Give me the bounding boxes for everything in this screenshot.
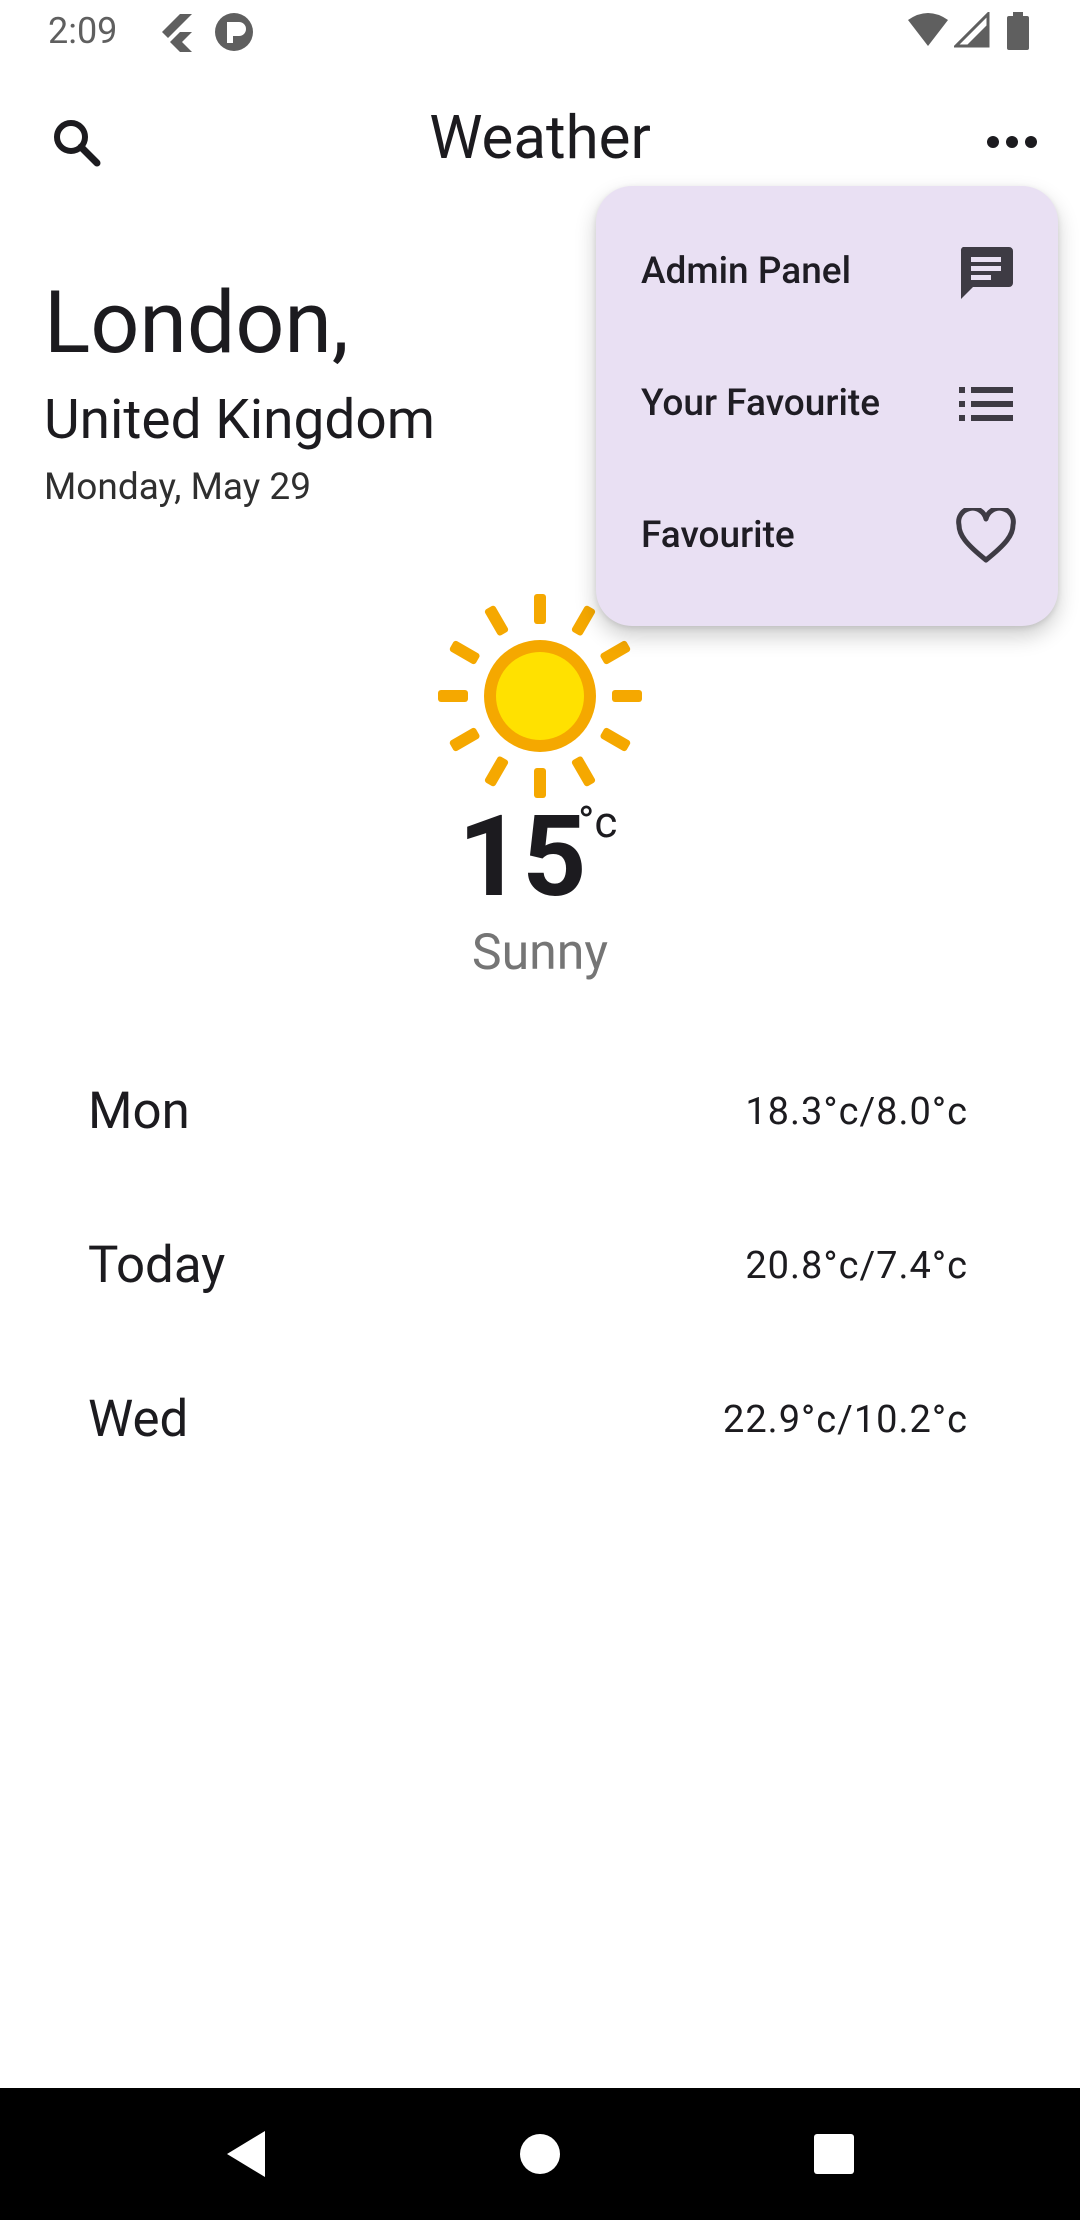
- back-icon: [227, 2131, 265, 2177]
- nav-home-button[interactable]: [510, 2124, 570, 2184]
- nav-recents-button[interactable]: [804, 2124, 864, 2184]
- menu-item-label: Favourite: [641, 514, 795, 557]
- weather-screen: 2:09 Weather London, United Kingdom Mond…: [0, 0, 1080, 2220]
- forecast-range: 22.9°c/10.2°c: [722, 1398, 968, 1442]
- forecast-range: 18.3°c/8.0°c: [745, 1090, 968, 1134]
- menu-item-label: Admin Panel: [641, 250, 852, 293]
- recents-icon: [814, 2134, 854, 2174]
- overflow-menu: Admin Panel Your Favourite Favourite: [596, 186, 1058, 626]
- city-name: London,: [44, 272, 349, 373]
- menu-item-your-favourite[interactable]: Your Favourite: [596, 338, 1058, 470]
- current-date: Monday, May 29: [44, 466, 312, 509]
- home-icon: [520, 2134, 560, 2174]
- forecast-day: Mon: [88, 1082, 190, 1141]
- list-icon: [956, 374, 1016, 434]
- forecast-day: Today: [88, 1236, 226, 1295]
- forecast-row: Today 20.8°c/7.4°c: [88, 1220, 968, 1310]
- menu-item-admin-panel[interactable]: Admin Panel: [596, 206, 1058, 338]
- forecast-row: Wed 22.9°c/10.2°c: [88, 1374, 968, 1464]
- more-options-button[interactable]: [976, 106, 1048, 178]
- cell-signal-icon: [952, 10, 990, 52]
- chat-icon: [956, 242, 1016, 302]
- temperature-unit: °c: [578, 796, 618, 848]
- heart-icon: [956, 506, 1016, 566]
- forecast-day: Wed: [88, 1390, 189, 1449]
- weather-condition: Sunny: [471, 924, 609, 982]
- app-title: Weather: [429, 102, 651, 173]
- status-time: 2:09: [48, 10, 118, 52]
- country-name: United Kingdom: [44, 388, 435, 452]
- wifi-icon: [906, 12, 950, 52]
- forecast-range: 20.8°c/7.4°c: [745, 1244, 968, 1288]
- app-bar: Weather: [0, 90, 1080, 190]
- menu-item-favourite[interactable]: Favourite: [596, 470, 1058, 602]
- flutter-icon: [158, 12, 194, 56]
- forecast-row: Mon 18.3°c/8.0°c: [88, 1066, 968, 1156]
- status-bar: 2:09: [0, 0, 1080, 66]
- current-temperature: 15: [458, 792, 587, 923]
- system-nav-bar: [0, 2088, 1080, 2220]
- more-horiz-icon: [987, 136, 1037, 148]
- nav-back-button[interactable]: [216, 2124, 276, 2184]
- battery-icon: [1006, 12, 1030, 56]
- app-notification-icon: [214, 12, 254, 56]
- menu-item-label: Your Favourite: [641, 382, 881, 425]
- sun-icon: [436, 592, 644, 800]
